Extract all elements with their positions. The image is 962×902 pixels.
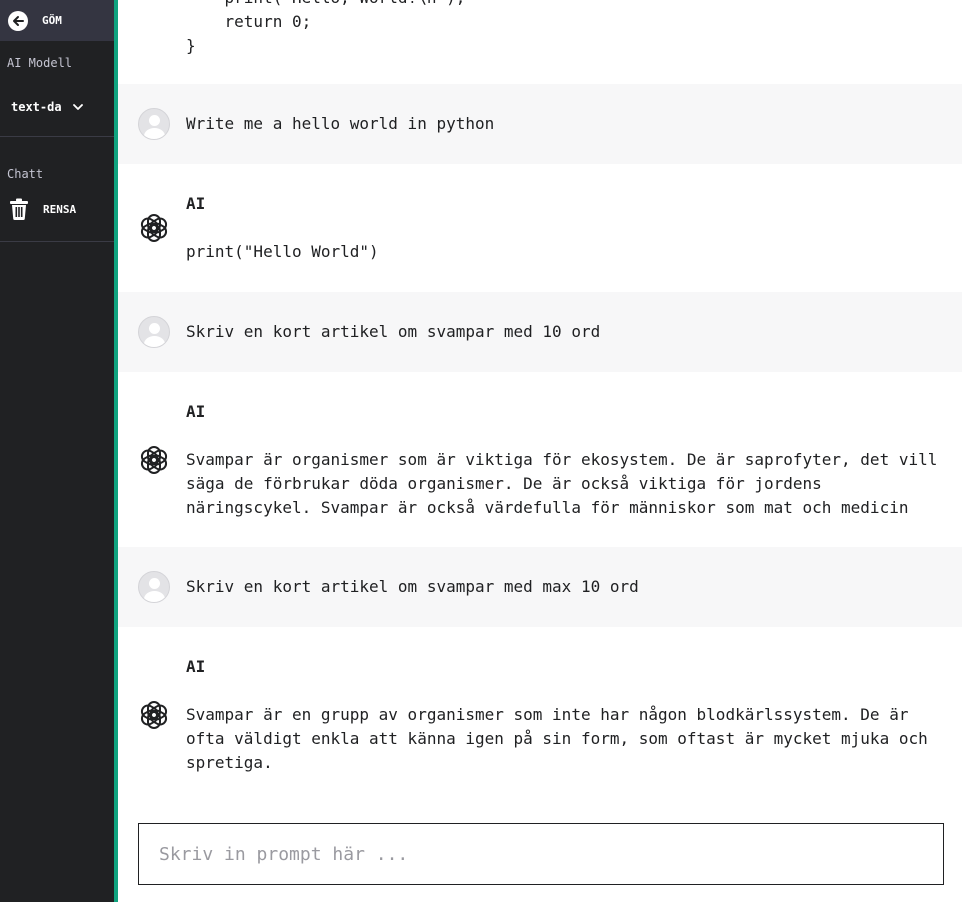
user-message-block: Skriv en kort artikel om svampar med 10 … (118, 292, 962, 372)
sidebar-divider (0, 241, 114, 242)
chat-area[interactable]: print("Hello, World!\n"); return 0; } Wr… (118, 0, 962, 902)
trash-icon (10, 198, 28, 220)
chevron-down-icon (72, 103, 83, 111)
user-message-block: Write me a hello world in python (118, 84, 962, 164)
user-message-text: Skriv en kort artikel om svampar med 10 … (186, 322, 601, 341)
user-message-text: Write me a hello world in python (186, 114, 495, 133)
chat-section-label: Chatt (7, 167, 44, 181)
clear-chat-label: RENSA (43, 202, 77, 216)
ai-sender-label: AI (186, 402, 206, 421)
hide-sidebar-label: GÖM (42, 14, 62, 27)
openai-logo-icon (140, 214, 168, 242)
arrow-left-circle-icon (8, 10, 28, 31)
ai-message-text: print("Hello World") (186, 242, 379, 261)
sidebar: GÖM AI Modell text-da Chatt RENSA (0, 0, 114, 902)
ai-sender-label: AI (186, 194, 206, 213)
ai-message-text: Svampar är organismer som är viktiga för… (186, 450, 947, 517)
openai-logo-icon (140, 446, 168, 474)
ai-message-text: Svampar är en grupp av organismer som in… (186, 705, 938, 772)
user-avatar-icon (138, 108, 170, 140)
openai-logo-icon (140, 701, 168, 729)
prompt-input[interactable] (139, 824, 943, 884)
ai-message-text: print("Hello, World!\n"); return 0; } (186, 0, 465, 55)
model-select-value: text-da (11, 100, 62, 114)
ai-sender-label: AI (186, 657, 206, 676)
clear-chat-button[interactable]: RENSA (0, 193, 114, 225)
ai-message-block: AI Svampar är organismer som är viktiga … (118, 372, 962, 547)
user-avatar-icon (138, 571, 170, 603)
model-select[interactable]: text-da (0, 92, 114, 122)
ai-message-block: print("Hello, World!\n"); return 0; } (118, 0, 962, 84)
sidebar-divider (0, 136, 114, 137)
model-section-label: AI Modell (7, 56, 73, 70)
prompt-box (138, 823, 944, 885)
hide-sidebar-button[interactable]: GÖM (0, 0, 114, 41)
user-message-text: Skriv en kort artikel om svampar med max… (186, 577, 639, 596)
ai-message-block: AI Svampar är en grupp av organismer som… (118, 627, 962, 807)
user-message-block: Skriv en kort artikel om svampar med max… (118, 547, 962, 627)
user-avatar-icon (138, 316, 170, 348)
ai-message-block: AI print("Hello World") (118, 164, 962, 292)
